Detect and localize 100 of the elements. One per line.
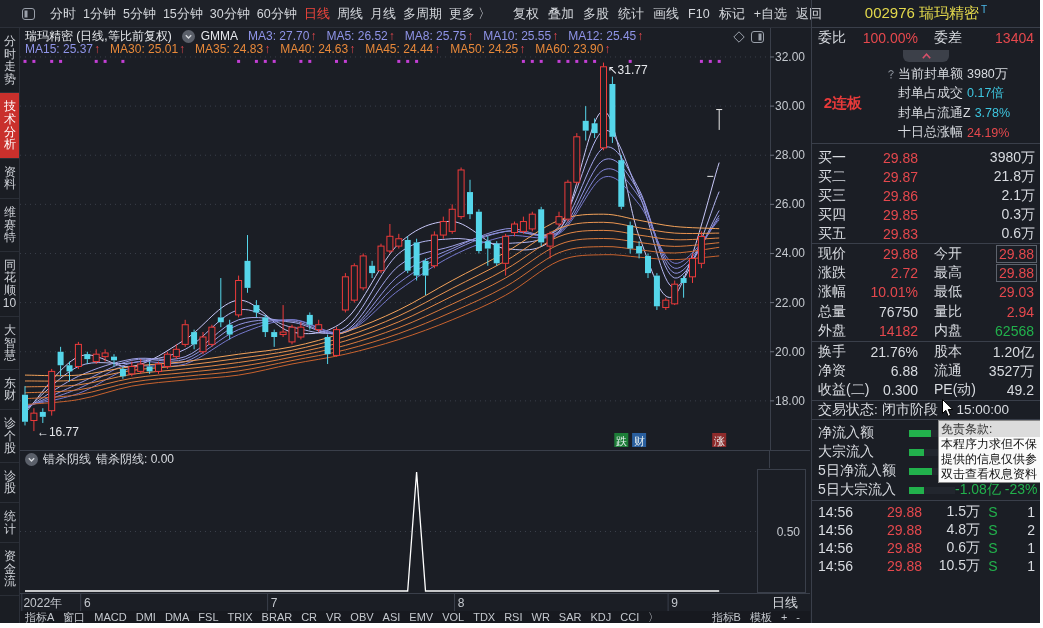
trend-arrow: ↑ <box>310 30 317 43</box>
field-label: 现价 <box>818 244 846 263</box>
trade-volume: 0.6万 <box>946 538 980 557</box>
field-value: 1.20亿 <box>991 342 1035 361</box>
event-tag: 涨 <box>712 433 727 447</box>
field-label: 收益(二) <box>818 381 870 400</box>
trade-time: 14:56 <box>818 539 854 556</box>
trend-arrow: ↑ <box>264 43 271 56</box>
bid-volume: 0.3万 <box>1001 205 1035 224</box>
field-value: 29.88 <box>995 244 1037 263</box>
field-label: 换手 <box>818 342 846 361</box>
trade-side: S <box>988 503 998 520</box>
price-axis-label: 24.00 <box>774 246 805 261</box>
field-value: 2.72 <box>889 264 919 283</box>
trend-arrow: ↑ <box>388 30 395 43</box>
trend-arrow: ↑ <box>552 30 559 43</box>
indicator-title: 错杀阴线 <box>43 451 91 468</box>
trading-status: 交易状态: 闭市阶段 <box>818 400 938 419</box>
date-axis-label: 9 <box>671 596 679 610</box>
indicator-reading: 错杀阴线: 0.00 <box>96 451 175 468</box>
trend-arrow: ↑ <box>179 43 186 56</box>
field-label: 今开 <box>934 244 962 263</box>
indicator-name: GMMA <box>200 30 238 43</box>
field-label: 外盘 <box>818 322 846 341</box>
field-label: 股本 <box>934 342 962 361</box>
price-axis-label: 18.00 <box>774 393 805 408</box>
tooltip-title: 免责条款: <box>939 421 1040 437</box>
field-value: 100.00% <box>861 29 919 47</box>
low-price-label: ←16.77 <box>36 425 79 440</box>
trade-count: 1 <box>1027 557 1035 574</box>
moving-average-value: MA8: 25.75 <box>404 30 467 43</box>
price-axis-label: 20.00 <box>774 344 805 359</box>
field-label: PE(动) <box>934 381 976 400</box>
trade-price: 29.88 <box>886 503 922 520</box>
field-value: 49.2 <box>1005 381 1035 400</box>
trade-side: S <box>988 521 998 538</box>
bid-label: 买一 <box>818 148 846 167</box>
price-axis-label: 22.00 <box>774 295 805 310</box>
bid-price: 29.83 <box>881 224 919 243</box>
trend-arrow: ↑ <box>604 43 611 56</box>
indicator-axis-label: 0.50 <box>776 524 800 539</box>
field-value: 21.76% <box>869 342 919 361</box>
high-price-label: ↖31.77 <box>607 62 648 77</box>
field-value: 14182 <box>878 322 919 341</box>
bid-price: 29.85 <box>881 205 919 224</box>
moving-average-value: MA40: 24.63 <box>280 43 349 56</box>
tooltip-text: 本程序力求但不保 <box>940 437 1038 452</box>
field-label: 委差 <box>934 29 962 47</box>
trade-volume: 1.5万 <box>946 502 980 521</box>
trade-price: 29.88 <box>886 521 922 538</box>
trade-count: 1 <box>1027 503 1035 520</box>
field-label: 净资 <box>818 361 846 380</box>
trade-time: 14:56 <box>818 521 854 538</box>
moving-average-value: MA30: 25.01 <box>110 43 179 56</box>
field-value: 29.88 <box>881 244 919 263</box>
moving-average-value: MA3: 27.70 <box>248 30 310 43</box>
field-value: 3527万 <box>987 361 1035 380</box>
field-label: 涨幅 <box>818 283 846 302</box>
trade-count: 2 <box>1027 521 1035 538</box>
event-tag: 财 <box>632 433 647 447</box>
trade-time: 14:56 <box>818 503 854 520</box>
bid-volume: 21.8万 <box>993 167 1035 186</box>
field-label: 涨跌 <box>818 264 846 283</box>
event-tag: 跌 <box>614 433 629 447</box>
trade-count: 1 <box>1027 539 1035 556</box>
trade-side: S <box>988 557 998 574</box>
moving-average-value: MA60: 23.90 <box>535 43 604 56</box>
bid-price: 29.87 <box>881 167 919 186</box>
bid-label: 买五 <box>818 224 846 243</box>
bid-label: 买三 <box>818 186 846 205</box>
field-label: 内盘 <box>934 322 962 341</box>
field-value: 2.94 <box>1005 302 1035 321</box>
trend-arrow: ↑ <box>434 43 441 56</box>
trade-side: S <box>988 539 998 556</box>
seal-value: 3980万 <box>967 65 1008 83</box>
moving-average-value: MA5: 26.52 <box>326 30 388 43</box>
date-axis-label: 6 <box>83 596 91 610</box>
trend-arrow: ↑ <box>467 30 474 43</box>
field-label: 量比 <box>934 302 962 321</box>
seal-label: 十日总涨幅 <box>898 124 963 142</box>
field-value: 10.01% <box>869 283 919 302</box>
trade-price: 29.88 <box>886 539 922 556</box>
bid-label: 买四 <box>818 205 846 224</box>
bid-label: 买二 <box>818 167 846 186</box>
seal-value: 24.19% <box>967 125 1010 140</box>
trend-arrow: ↑ <box>349 43 356 56</box>
flow-label: 净流入额 <box>818 424 875 443</box>
trade-volume: 4.8万 <box>946 520 980 539</box>
bid-price: 29.86 <box>881 186 919 205</box>
seal-label: 封单占流通Z <box>898 104 971 122</box>
date-axis-label: 8 <box>457 596 465 610</box>
price-axis-label: 30.00 <box>774 99 805 114</box>
bid-volume: 2.1万 <box>1001 186 1035 205</box>
date-axis-label: 7 <box>270 596 278 610</box>
status-time: 15:00:00 <box>956 402 1010 418</box>
field-label: 总量 <box>818 302 846 321</box>
field-value: 29.88 <box>995 264 1037 283</box>
price-axis-label: 26.00 <box>774 197 805 212</box>
trend-arrow: ↑ <box>94 43 101 56</box>
moving-average-value: MA12: 25.45 <box>568 30 637 43</box>
